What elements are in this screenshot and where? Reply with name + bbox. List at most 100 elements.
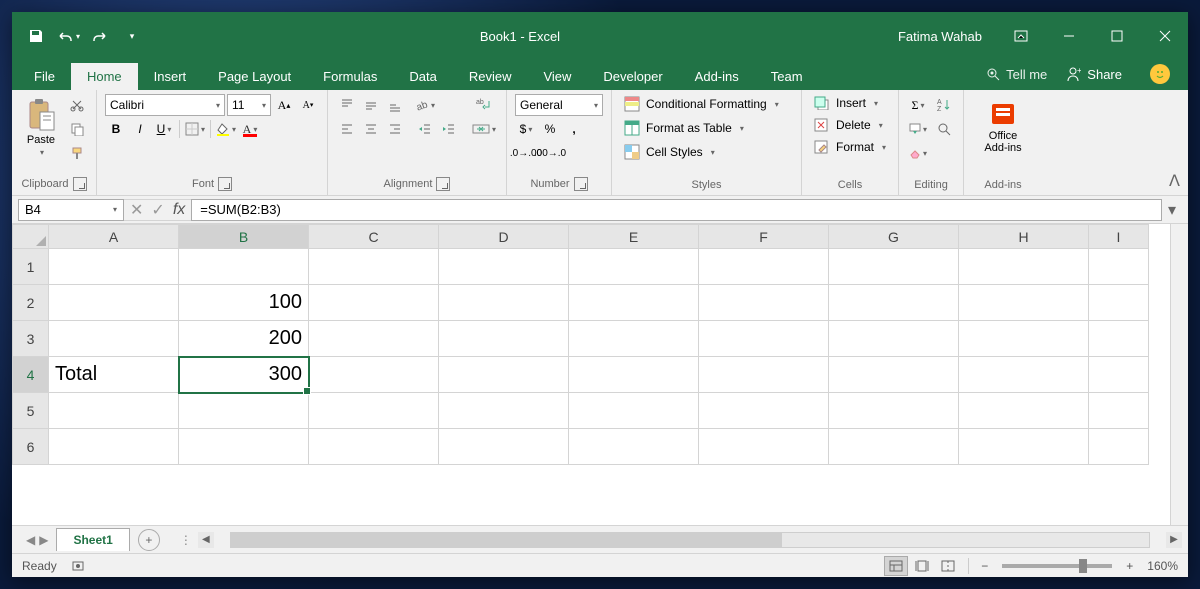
cell[interactable]	[439, 357, 569, 393]
tab-insert[interactable]: Insert	[138, 63, 203, 90]
row-header-6[interactable]: 6	[13, 429, 49, 465]
horizontal-scrollbar[interactable]	[230, 532, 1150, 548]
cell[interactable]	[829, 357, 959, 393]
cell[interactable]	[699, 285, 829, 321]
column-header-G[interactable]: G	[829, 225, 959, 249]
cell[interactable]	[959, 249, 1089, 285]
column-header-B[interactable]: B	[179, 225, 309, 249]
view-normal-button[interactable]	[884, 556, 908, 576]
orientation-button[interactable]: ab▾	[414, 94, 436, 116]
cell[interactable]	[49, 393, 179, 429]
align-middle-button[interactable]	[360, 94, 382, 116]
insert-function-icon[interactable]: fx	[173, 201, 185, 219]
tell-me-search[interactable]: Tell me	[986, 67, 1047, 82]
select-all-corner[interactable]	[13, 225, 49, 249]
cell[interactable]	[309, 249, 439, 285]
conditional-formatting-button[interactable]: Conditional Formatting▾	[620, 94, 783, 114]
cell[interactable]	[439, 321, 569, 357]
feedback-smiley-icon[interactable]	[1150, 64, 1170, 84]
decrease-font-button[interactable]: A▾	[297, 94, 319, 116]
enter-formula-icon[interactable]: ✓	[151, 200, 164, 220]
align-left-button[interactable]	[336, 118, 358, 140]
hscroll-left[interactable]: ◀	[198, 532, 214, 548]
cell[interactable]	[49, 321, 179, 357]
cell[interactable]	[569, 285, 699, 321]
row-header-2[interactable]: 2	[13, 285, 49, 321]
cell-grid[interactable]: A B C D E F G H I 1 2100 3200 4Total300 …	[12, 224, 1149, 465]
cell[interactable]	[699, 249, 829, 285]
zoom-out-button[interactable]: −	[977, 559, 992, 573]
tab-addins[interactable]: Add-ins	[679, 63, 755, 90]
cell[interactable]	[1089, 321, 1149, 357]
cell[interactable]	[179, 429, 309, 465]
fill-button[interactable]: ▾	[907, 118, 929, 140]
new-sheet-button[interactable]: +	[138, 529, 160, 551]
cell[interactable]	[829, 393, 959, 429]
cell[interactable]	[829, 321, 959, 357]
cell[interactable]	[829, 249, 959, 285]
cell[interactable]	[569, 357, 699, 393]
cell[interactable]	[569, 249, 699, 285]
tab-developer[interactable]: Developer	[587, 63, 678, 90]
column-header-I[interactable]: I	[1089, 225, 1149, 249]
cell[interactable]	[1089, 393, 1149, 429]
cell[interactable]	[309, 321, 439, 357]
increase-font-button[interactable]: A▴	[273, 94, 295, 116]
copy-button[interactable]	[66, 118, 88, 140]
view-page-layout-button[interactable]	[910, 556, 934, 576]
formula-input[interactable]: =SUM(B2:B3)	[191, 199, 1162, 221]
cell[interactable]	[309, 357, 439, 393]
tab-scroll-left[interactable]: ◀	[26, 533, 35, 547]
align-center-button[interactable]	[360, 118, 382, 140]
alignment-dialog-launcher[interactable]	[436, 177, 450, 191]
cell[interactable]	[699, 321, 829, 357]
font-size-combo[interactable]: 11▾	[227, 94, 271, 116]
save-button[interactable]	[22, 22, 50, 50]
zoom-in-button[interactable]: +	[1122, 559, 1137, 573]
cell[interactable]	[309, 285, 439, 321]
column-header-E[interactable]: E	[569, 225, 699, 249]
align-right-button[interactable]	[384, 118, 406, 140]
italic-button[interactable]: I	[129, 118, 151, 140]
tab-page-layout[interactable]: Page Layout	[202, 63, 307, 90]
user-name[interactable]: Fatima Wahab	[884, 29, 996, 44]
cancel-formula-icon[interactable]: ✕	[130, 200, 143, 220]
column-header-D[interactable]: D	[439, 225, 569, 249]
cell[interactable]	[179, 249, 309, 285]
zoom-level[interactable]: 160%	[1147, 559, 1178, 573]
font-color-button[interactable]: A▾	[239, 118, 261, 140]
cell[interactable]	[49, 429, 179, 465]
tab-file[interactable]: File	[18, 63, 71, 90]
tab-view[interactable]: View	[527, 63, 587, 90]
cell[interactable]	[959, 285, 1089, 321]
office-addins-button[interactable]: Office Add-ins	[972, 94, 1034, 158]
maximize-button[interactable]	[1094, 22, 1140, 50]
clear-button[interactable]: ▾	[907, 142, 929, 164]
paste-button[interactable]: Paste▾	[20, 94, 62, 161]
zoom-slider[interactable]	[1002, 564, 1112, 568]
view-page-break-button[interactable]	[936, 556, 960, 576]
expand-formula-bar[interactable]: ▾	[1162, 200, 1182, 220]
decrease-indent-button[interactable]	[414, 118, 436, 140]
cell[interactable]	[699, 393, 829, 429]
number-format-combo[interactable]: General▾	[515, 94, 603, 116]
cell[interactable]	[569, 321, 699, 357]
column-header-C[interactable]: C	[309, 225, 439, 249]
decrease-decimal-button[interactable]: .00→.0	[539, 142, 561, 164]
cell-B2[interactable]: 100	[179, 285, 309, 321]
cell[interactable]	[49, 285, 179, 321]
vertical-scrollbar[interactable]	[1170, 224, 1188, 525]
cell[interactable]	[309, 393, 439, 429]
increase-indent-button[interactable]	[438, 118, 460, 140]
bold-button[interactable]: B	[105, 118, 127, 140]
cell[interactable]	[569, 429, 699, 465]
row-header-3[interactable]: 3	[13, 321, 49, 357]
row-header-1[interactable]: 1	[13, 249, 49, 285]
tab-scroll-right[interactable]: ▶	[39, 533, 48, 547]
share-button[interactable]: +Share	[1055, 62, 1132, 86]
redo-button[interactable]	[86, 22, 114, 50]
cell[interactable]	[439, 429, 569, 465]
align-bottom-button[interactable]	[384, 94, 406, 116]
ribbon-display-options[interactable]	[998, 22, 1044, 50]
font-dialog-launcher[interactable]	[218, 177, 232, 191]
